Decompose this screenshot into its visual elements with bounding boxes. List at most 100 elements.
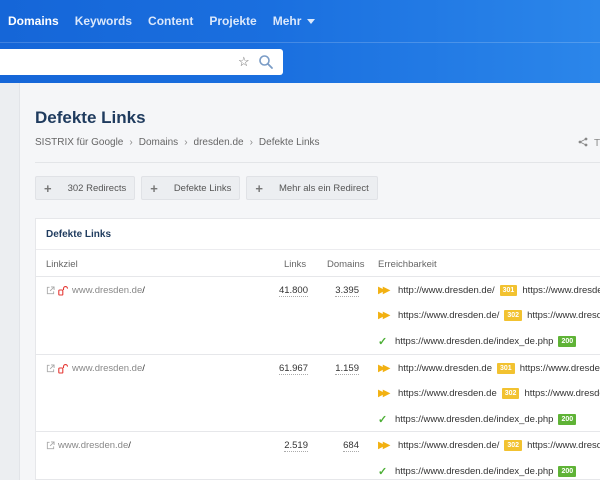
plus-icon: + bbox=[44, 180, 52, 196]
breadcrumb-item-domain[interactable]: dresden.de bbox=[194, 137, 244, 148]
chevron-down-icon bbox=[307, 18, 316, 24]
redirect-hop: ▶▶ http://www.dresden.de/ 301 https://ww… bbox=[378, 285, 600, 296]
redirect-arrow-icon: ▶▶ bbox=[378, 285, 390, 296]
nav-keywords[interactable]: Keywords bbox=[75, 14, 132, 28]
links-count-value: 41.800 bbox=[278, 285, 308, 297]
check-icon: ✓ bbox=[378, 466, 388, 478]
share-icon bbox=[578, 137, 588, 147]
column-header-links[interactable]: Links bbox=[284, 259, 306, 270]
breadcrumb-item-domains[interactable]: Domains bbox=[139, 137, 178, 148]
link-target-path: / bbox=[142, 363, 145, 374]
hop-target-url: https://www.dresden.d bbox=[522, 285, 600, 296]
link-target-url[interactable]: www.dresden.de bbox=[72, 285, 142, 296]
hop-url: http://www.dresden.de bbox=[398, 363, 492, 374]
redirect-hop: ▶▶ https://www.dresden.de 302 https://ww… bbox=[378, 388, 600, 399]
breadcrumb-item-sistrix[interactable]: SISTRIX für Google bbox=[35, 137, 123, 148]
broken-link-icon bbox=[58, 363, 68, 374]
external-link-icon[interactable] bbox=[46, 364, 55, 373]
redirect-arrow-icon: ▶▶ bbox=[378, 388, 390, 399]
search-bar: ☆ bbox=[0, 49, 283, 75]
status-badge: 200 bbox=[558, 466, 577, 477]
nav-projekte[interactable]: Projekte bbox=[209, 14, 256, 28]
status-badge: 301 bbox=[499, 285, 518, 296]
links-count: 41.800 bbox=[278, 285, 308, 297]
final-hop: ✓ https://www.dresden.de/index_de.php 20… bbox=[378, 413, 581, 426]
plus-icon: + bbox=[255, 180, 263, 196]
link-target-url[interactable]: www.dresden.de bbox=[72, 363, 142, 374]
link-target-cell: www.dresden.de / bbox=[46, 285, 145, 296]
top-header: Domains Keywords Content Projekte Mehr ☆ bbox=[0, 0, 600, 83]
table-row: www.dresden.de/ 61.967 1.159 ▶▶ http://w… bbox=[36, 355, 600, 432]
status-badge: 301 bbox=[497, 363, 515, 374]
nav-domains[interactable]: Domains bbox=[8, 14, 59, 28]
broken-links-table: Defekte Links Linkziel Links Domains Err… bbox=[35, 218, 600, 480]
column-header-domains[interactable]: Domains bbox=[327, 259, 365, 270]
filter-302-redirects[interactable]: + 302 Redirects bbox=[35, 176, 136, 200]
hop-target-url: https://www.dresden.d bbox=[519, 363, 600, 374]
filter-defekte-links[interactable]: + Defekte Links bbox=[141, 176, 241, 200]
status-badge: 302 bbox=[504, 440, 523, 451]
broken-link-icon bbox=[58, 285, 68, 296]
breadcrumb-item-current: Defekte Links bbox=[258, 137, 320, 148]
nav-mehr-label: Mehr bbox=[272, 14, 302, 28]
filter-label: 302 Redirects bbox=[67, 182, 127, 194]
status-badge: 302 bbox=[504, 310, 523, 321]
links-count: 2.519 bbox=[284, 440, 308, 452]
page-title: Defekte Links bbox=[35, 108, 146, 127]
status-badge: 302 bbox=[501, 388, 520, 399]
status-badge: 200 bbox=[558, 414, 577, 425]
domains-count-value: 1.159 bbox=[335, 363, 359, 375]
table-row: www.dresden.de/ 2.519 684 ▶▶ https://www… bbox=[36, 432, 600, 480]
filter-label: Defekte Links bbox=[173, 182, 232, 194]
filter-mehr-als-ein-redirect[interactable]: + Mehr als ein Redirect bbox=[246, 176, 378, 200]
final-hop: ✓ https://www.dresden.de/index_de.php 20… bbox=[378, 335, 581, 348]
breadcrumb-separator-icon: › bbox=[129, 137, 133, 148]
external-link-icon[interactable] bbox=[46, 286, 55, 295]
share-button[interactable]: T bbox=[578, 137, 600, 149]
main-nav: Domains Keywords Content Projekte Mehr bbox=[0, 0, 331, 42]
filter-bar: + 302 Redirects + Defekte Links + Mehr a… bbox=[35, 176, 384, 200]
link-target-url[interactable]: www.dresden.de bbox=[58, 440, 128, 451]
links-count: 61.967 bbox=[278, 363, 308, 375]
links-count-value: 2.519 bbox=[284, 440, 308, 452]
left-sidebar bbox=[0, 83, 20, 480]
domains-count: 1.159 bbox=[335, 363, 359, 375]
star-icon[interactable]: ☆ bbox=[238, 54, 250, 70]
redirect-arrow-icon: ▶▶ bbox=[378, 310, 390, 321]
hop-url: https://www.dresden.de/index_de.php bbox=[395, 336, 554, 347]
hop-url: https://www.dresden.de/ bbox=[398, 310, 500, 321]
search-icon[interactable] bbox=[258, 54, 274, 70]
hop-url: https://www.dresden.de bbox=[398, 388, 497, 399]
domains-count-value: 684 bbox=[343, 440, 359, 452]
divider bbox=[36, 249, 600, 250]
link-target-cell: www.dresden.de / bbox=[46, 440, 131, 451]
redirect-arrow-icon: ▶▶ bbox=[378, 363, 390, 374]
hop-url: https://www.dresden.de/index_de.php bbox=[395, 414, 554, 425]
breadcrumb: SISTRIX für Google › Domains › dresden.d… bbox=[35, 137, 320, 148]
share-label: T bbox=[594, 138, 600, 149]
hop-url: https://www.dresden.de/index_de.php bbox=[395, 466, 554, 477]
search-input[interactable] bbox=[0, 49, 230, 75]
hop-target-url: https://www.dresden. bbox=[527, 440, 600, 451]
redirect-hop: ▶▶ https://www.dresden.de/ 302 https://w… bbox=[378, 310, 600, 321]
column-header-erreichbarkeit[interactable]: Erreichbarkeit bbox=[378, 259, 437, 270]
link-target-path: / bbox=[142, 285, 145, 296]
redirect-arrow-icon: ▶▶ bbox=[378, 440, 390, 451]
nav-mehr[interactable]: Mehr bbox=[273, 14, 316, 28]
column-header-linkziel[interactable]: Linkziel bbox=[46, 259, 78, 270]
nav-content[interactable]: Content bbox=[148, 14, 193, 28]
domains-count: 684 bbox=[343, 440, 359, 452]
hop-target-url: https://www.dresden. bbox=[524, 388, 600, 399]
table-title: Defekte Links bbox=[46, 229, 112, 240]
hop-target-url: https://www.dresden. bbox=[527, 310, 600, 321]
link-target-cell: www.dresden.de / bbox=[46, 363, 145, 374]
external-link-icon[interactable] bbox=[46, 441, 55, 450]
hop-url: http://www.dresden.de/ bbox=[398, 285, 495, 296]
link-target-path: / bbox=[128, 440, 131, 451]
redirect-hop: ▶▶ http://www.dresden.de 301 https://www… bbox=[378, 363, 600, 374]
nav-divider bbox=[0, 42, 600, 43]
hop-url: https://www.dresden.de/ bbox=[398, 440, 500, 451]
table-row: www.dresden.de/ 41.800 3.395 ▶▶ http://w… bbox=[36, 277, 600, 355]
final-hop: ✓ https://www.dresden.de/index_de.php 20… bbox=[378, 465, 581, 478]
links-count-value: 61.967 bbox=[278, 363, 308, 375]
